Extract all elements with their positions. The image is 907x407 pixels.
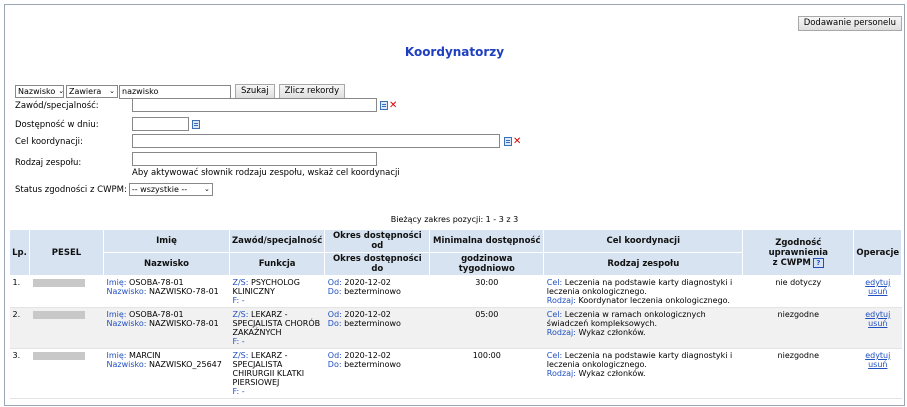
col-min-1: Minimalna dostępność	[429, 229, 545, 253]
col-zgodnosc: Zgodność uprawnienia z CWPM?	[742, 229, 855, 276]
range-text: Bieżący zakres pozycji: 1 - 3 z 3	[390, 215, 519, 224]
goal-field-row: ✕	[132, 134, 521, 148]
edit-link[interactable]: edytuj	[865, 310, 890, 319]
pesel-redacted	[32, 311, 85, 319]
add-personnel-button[interactable]: Dodawanie personelu	[797, 16, 902, 31]
search-field-select[interactable]: Nazwisko ⌄	[15, 85, 64, 98]
goal-input[interactable]	[132, 134, 500, 148]
col-funkcja: Funkcja	[228, 252, 326, 276]
table-row: 1. Imię: OSOBA-78-01 Nazwisko: NAZWISKO-7…	[9, 275, 902, 308]
operations-cell: edytuj usuń	[853, 307, 902, 349]
name-cell: Imię: MARCIN Nazwisko: NAZWISKO_25647	[103, 348, 230, 399]
clear-icon[interactable]: ✕	[389, 100, 397, 110]
goal-label: Cel koordynacji:	[15, 137, 83, 147]
col-min-2: godzinowa tygodniowo	[429, 252, 545, 276]
profession-field-row: ✕	[132, 98, 397, 112]
availability-field-row	[132, 117, 200, 131]
period-cell: Od: 2020-12-02 Do: bezterminowo	[324, 307, 430, 349]
row-lp: 3.	[9, 348, 30, 399]
col-okres-od: Okres dostępności od	[324, 229, 431, 253]
edit-link[interactable]: edytuj	[865, 278, 890, 287]
coordinators-table: Lp. PESEL Imię Zawód/specjalność Okres d…	[9, 229, 903, 399]
search-button[interactable]: Szukaj	[235, 84, 275, 99]
cwpm-label: Status zgodności z CWPM:	[15, 184, 127, 195]
team-type-input[interactable]	[132, 152, 377, 166]
search-mode-select[interactable]: Zawiera ⌄	[66, 85, 118, 98]
name-cell: Imię: OSOBA-78-01 Nazwisko: NAZWISKO-78-0…	[103, 275, 230, 308]
min-availability-cell: 05:00	[429, 307, 544, 349]
pesel-redacted	[32, 352, 85, 360]
search-row: Nazwisko ⌄ Zawiera ⌄ nazwisko Szukaj Zlicz…	[15, 84, 346, 99]
dictionary-icon[interactable]	[380, 100, 388, 110]
profession-label: Zawód/specjalność:	[15, 101, 99, 111]
col-operacje: Operacje	[853, 229, 903, 276]
compliance-cell: nie dotyczy	[742, 275, 854, 308]
table-row: 3. Imię: MARCIN Nazwisko: NAZWISKO_25647 …	[9, 348, 902, 399]
search-input[interactable]: nazwisko	[119, 84, 231, 99]
chevron-down-icon: ⌄	[203, 185, 210, 193]
count-records-button[interactable]: Zlicz rekordy	[278, 84, 346, 99]
operations-cell: edytuj usuń	[853, 348, 902, 399]
row-lp: 1.	[9, 275, 30, 308]
availability-date-input[interactable]	[132, 117, 189, 131]
delete-link[interactable]: usuń	[868, 360, 887, 369]
profession-cell: Z/S: LEKARZ - SPECJALISTA CHORÓB ZAKAŹNY…	[229, 307, 325, 349]
team-type-hint: Aby aktywować słownik rodzaju zespołu, w…	[132, 168, 400, 178]
col-rodzaj: Rodzaj zespołu	[543, 252, 744, 276]
compliance-cell: niezgodne	[742, 307, 854, 349]
table-row: 2. Imię: OSOBA-78-01 Nazwisko: NAZWISKO-7…	[9, 307, 902, 349]
help-icon[interactable]: ?	[812, 257, 824, 268]
period-cell: Od: 2020-12-02 Do: bezterminowo	[324, 348, 430, 399]
chevron-down-icon: ⌄	[109, 87, 115, 95]
cwpm-select[interactable]: -- wszystkie -- ⌄	[128, 183, 213, 196]
clear-icon[interactable]: ✕	[513, 136, 521, 146]
delete-link[interactable]: usuń	[868, 319, 887, 328]
pesel-cell	[29, 348, 104, 399]
profession-cell: Z/S: LEKARZ - SPECJALISTA CHIRURGII KLAT…	[229, 348, 325, 399]
min-availability-cell: 30:00	[429, 275, 544, 308]
goal-cell: Cel: Leczenia na podstawie karty diagnos…	[543, 275, 743, 308]
cwpm-row: Status zgodności z CWPM: -- wszystkie --…	[15, 183, 213, 196]
goal-cell: Cel: Leczenia w ramach onkologicznych św…	[543, 307, 743, 349]
pesel-redacted	[32, 279, 85, 287]
compliance-cell: niezgodne	[742, 348, 854, 399]
chevron-down-icon: ⌄	[58, 87, 65, 95]
col-nazwisko: Nazwisko	[103, 252, 230, 276]
col-lp: Lp.	[9, 229, 30, 276]
delete-link[interactable]: usuń	[868, 287, 887, 296]
availability-label: Dostępność w dniu:	[15, 120, 99, 130]
dictionary-icon[interactable]	[504, 136, 512, 146]
header-row-1: Lp. PESEL Imię Zawód/specjalność Okres d…	[9, 229, 903, 276]
min-availability-cell: 100:00	[429, 348, 544, 399]
team-type-label: Rodzaj zespołu:	[15, 158, 82, 168]
profession-input[interactable]	[132, 98, 377, 112]
period-cell: Od: 2020-12-02 Do: bezterminowo	[324, 275, 430, 308]
main-frame: Dodawanie personelu Koordynatorzy Nazwis…	[4, 4, 905, 406]
page-title: Koordynatorzy	[404, 45, 505, 59]
calendar-icon[interactable]	[192, 119, 200, 129]
pesel-cell	[29, 307, 104, 349]
col-pesel: PESEL	[29, 229, 104, 276]
profession-cell: Z/S: PSYCHOLOG KLINICZNY F: -	[229, 275, 325, 308]
row-lp: 2.	[9, 307, 30, 349]
col-cel: Cel koordynacji	[543, 229, 744, 253]
col-imie: Imię	[103, 229, 230, 253]
col-okres-do: Okres dostępności do	[324, 252, 431, 276]
pesel-cell	[29, 275, 104, 308]
operations-cell: edytuj usuń	[853, 275, 902, 308]
goal-cell: Cel: Leczenia na podstawie karty diagnos…	[543, 348, 743, 399]
name-cell: Imię: OSOBA-78-01 Nazwisko: NAZWISKO-78-0…	[103, 307, 230, 349]
edit-link[interactable]: edytuj	[865, 351, 890, 360]
col-zawod: Zawód/specjalność	[228, 229, 326, 253]
